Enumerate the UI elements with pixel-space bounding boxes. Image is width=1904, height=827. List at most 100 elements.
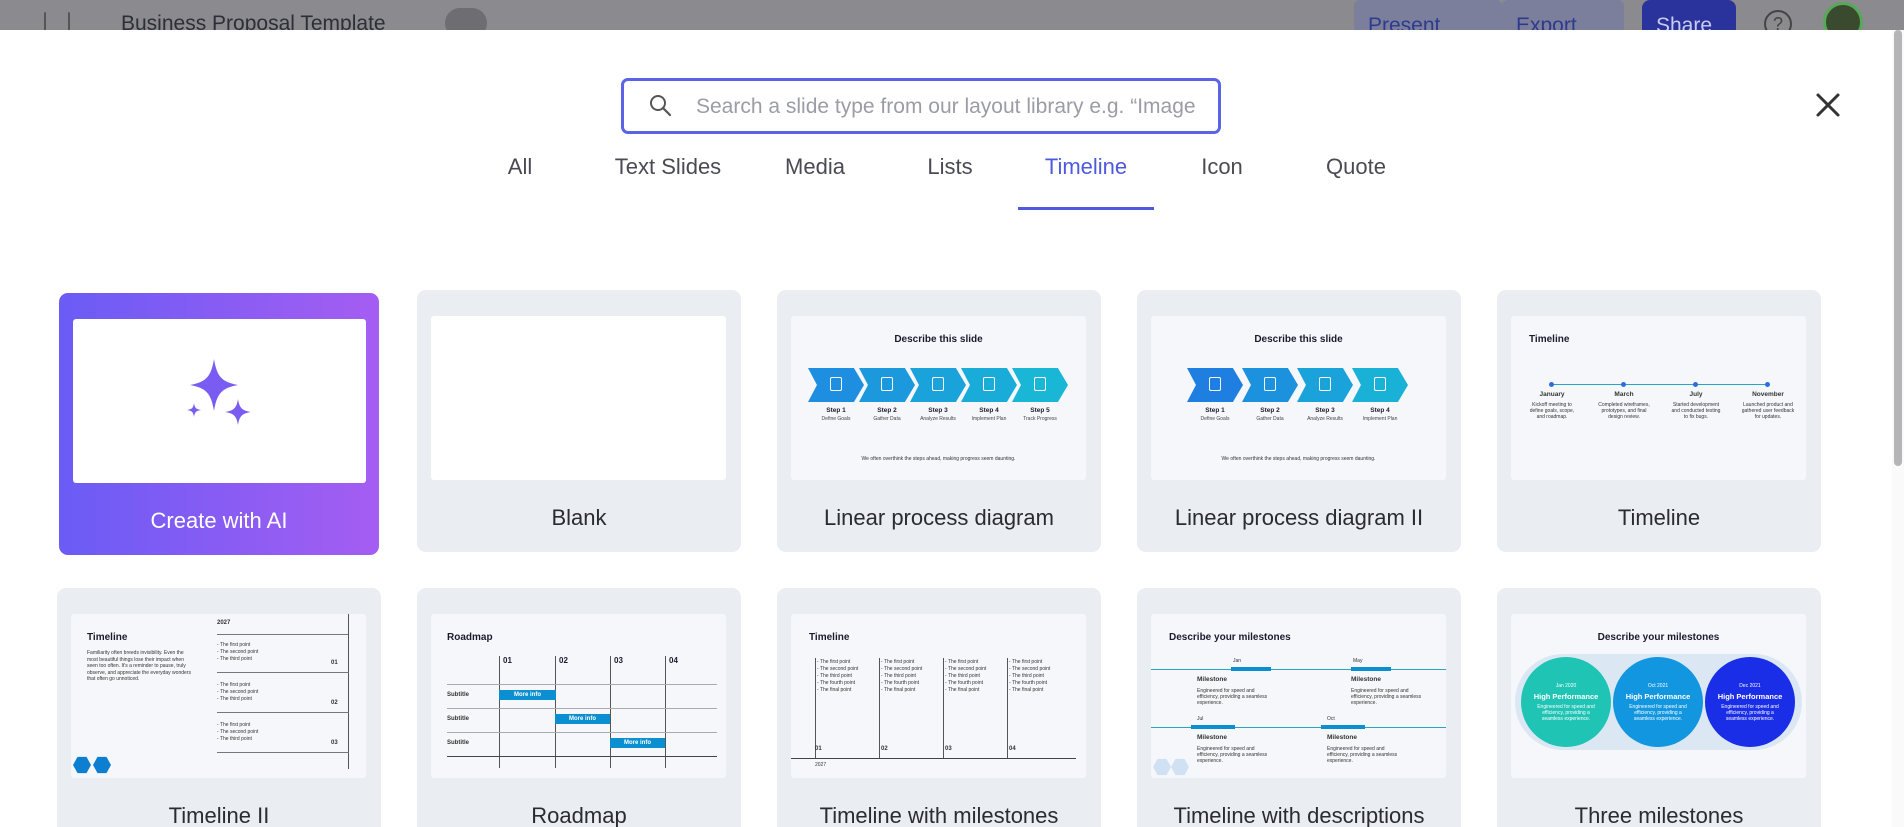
- month-name: January: [1539, 391, 1565, 398]
- divider: [217, 672, 349, 673]
- close-icon[interactable]: [1813, 90, 1843, 120]
- column-header: 03: [614, 656, 623, 665]
- share-button[interactable]: Share: [1642, 0, 1736, 30]
- app-topbar: Business Proposal Template Present Expor…: [0, 0, 1904, 30]
- chevron-step-4: [1352, 368, 1408, 402]
- card-thumbnail: Describe your milestones Jan May Milesto…: [1151, 614, 1446, 778]
- sparkles-icon: [187, 359, 251, 425]
- layout-library-modal: All Text Slides Media Lists Timeline Ico…: [0, 30, 1904, 827]
- tab-all[interactable]: All: [494, 148, 546, 210]
- point-line: - The first point: [1009, 659, 1043, 665]
- milestone-circle: Dec 2021 High Performance Engineered for…: [1705, 657, 1795, 747]
- layout-search-input[interactable]: [696, 89, 1196, 125]
- grid-line: [665, 656, 666, 768]
- card-linear-process-diagram[interactable]: Describe this slide Step 1 Step 2 Step 3…: [777, 290, 1101, 552]
- step-sub: Gather Data: [873, 416, 901, 422]
- hexagon-decoration: [73, 756, 91, 774]
- card-thumbnail: Describe this slide Step 1 Step 2 Step 3…: [791, 316, 1086, 480]
- group-number: 03: [331, 740, 338, 746]
- thumb-title: Timeline: [809, 632, 850, 643]
- milestone-date: Oct: [1327, 716, 1335, 722]
- export-button[interactable]: Export: [1502, 0, 1624, 30]
- card-create-with-ai[interactable]: Create with AI: [59, 293, 379, 555]
- tab-quote[interactable]: Quote: [1316, 148, 1396, 210]
- thumb-title: Describe this slide: [1254, 334, 1343, 345]
- scrollbar[interactable]: [1892, 30, 1904, 827]
- circle-title: High Performance: [1533, 692, 1599, 701]
- timeline-column: [815, 658, 816, 758]
- point-line: - The final point: [881, 687, 916, 693]
- card-blank[interactable]: Blank: [417, 290, 741, 552]
- point-line: - The fourth point: [1009, 680, 1047, 686]
- milestone-circle: Jan 2020 High Performance Engineered for…: [1521, 657, 1611, 747]
- card-timeline-with-descriptions[interactable]: Describe your milestones Jan May Milesto…: [1137, 588, 1461, 827]
- milestone-name: Milestone: [1351, 676, 1381, 683]
- hexagon-decoration: [93, 756, 111, 774]
- step-name: Step 2: [877, 407, 897, 414]
- point-line: - The first point: [945, 659, 979, 665]
- thumb-title: Describe your milestones: [1169, 632, 1291, 643]
- milestone-date: Jan: [1233, 658, 1242, 664]
- tab-media[interactable]: Media: [778, 148, 852, 210]
- card-roadmap[interactable]: Roadmap 01 02 03 04 Subtitle Subtitle Su…: [417, 588, 741, 827]
- card-timeline[interactable]: Timeline January March July November Kic…: [1497, 290, 1821, 552]
- card-thumbnail: Timeline Familiarity often breeds invisi…: [71, 614, 366, 778]
- point-line: - The fourth point: [945, 680, 983, 686]
- milestone-bar: [1321, 725, 1365, 729]
- help-icon[interactable]: ?: [1764, 10, 1792, 30]
- document-title[interactable]: Business Proposal Template: [121, 12, 386, 30]
- layout-search-box[interactable]: [621, 78, 1221, 134]
- card-timeline-with-milestones[interactable]: Timeline - The first point - The second …: [777, 588, 1101, 827]
- scrollbar-thumb[interactable]: [1894, 30, 1902, 466]
- step-name: Step 4: [1370, 407, 1390, 414]
- present-button[interactable]: Present: [1354, 0, 1502, 30]
- card-thumbnail: Describe this slide Step 1 Step 2 Step 3…: [1151, 316, 1446, 480]
- card-label: Create with AI: [150, 508, 288, 533]
- card-label: Three milestones: [1574, 803, 1744, 827]
- category-tabs: All Text Slides Media Lists Timeline Ico…: [0, 148, 1904, 210]
- divider: [217, 712, 349, 713]
- column-header: 04: [669, 656, 678, 665]
- tab-icon[interactable]: Icon: [1190, 148, 1254, 210]
- grid-line: [610, 656, 611, 768]
- group-number: 01: [331, 660, 338, 666]
- step-name: Step 3: [1315, 407, 1335, 414]
- presentation-icon: [1374, 377, 1386, 391]
- clipboard-icon: [1319, 377, 1331, 391]
- chevron-step-5: [1012, 368, 1068, 402]
- card-timeline-ii[interactable]: Timeline Familiarity often breeds invisi…: [57, 588, 381, 827]
- grid-line: [555, 656, 556, 768]
- circle-title: High Performance: [1717, 692, 1783, 701]
- column-number: 01: [815, 746, 822, 752]
- step-sub: Analyze Results: [1307, 416, 1343, 422]
- point-line: - The final point: [945, 687, 980, 693]
- database-icon: [881, 377, 893, 391]
- timeline-column: [879, 658, 880, 758]
- step-sub: Gather Data: [1256, 416, 1284, 422]
- card-linear-process-diagram-ii[interactable]: Describe this slide Step 1 Step 2 Step 3…: [1137, 290, 1461, 552]
- grid-line: [447, 708, 717, 709]
- point-line: - The fourth point: [817, 680, 855, 686]
- card-thumbnail: [73, 319, 366, 483]
- tab-timeline[interactable]: Timeline: [1018, 148, 1154, 210]
- column-header: 02: [559, 656, 568, 665]
- point-line: - The second point: [217, 729, 259, 735]
- timeline-dot: [1693, 382, 1698, 387]
- chevron-step-3: [1297, 368, 1353, 402]
- point-line: - The first point: [817, 659, 851, 665]
- home-icon[interactable]: [44, 12, 70, 30]
- point-line: - The first point: [217, 722, 251, 728]
- grid-line: [447, 684, 717, 685]
- tab-text-slides[interactable]: Text Slides: [606, 148, 730, 210]
- timeline-dot: [1621, 382, 1626, 387]
- circle-text: Engineered for speed and efficiency, pro…: [1537, 704, 1595, 722]
- point-line: - The third point: [217, 696, 252, 702]
- roadmap-bar: More info: [610, 738, 665, 748]
- card-three-milestones[interactable]: Describe your milestones Jan 2020 High P…: [1497, 588, 1821, 827]
- column-number: 03: [945, 746, 952, 752]
- avatar[interactable]: [1823, 2, 1863, 30]
- thumb-title: Roadmap: [447, 632, 493, 643]
- milestone-bar: [1351, 667, 1391, 671]
- milestone-date: Jul: [1197, 716, 1204, 722]
- tab-lists[interactable]: Lists: [916, 148, 984, 210]
